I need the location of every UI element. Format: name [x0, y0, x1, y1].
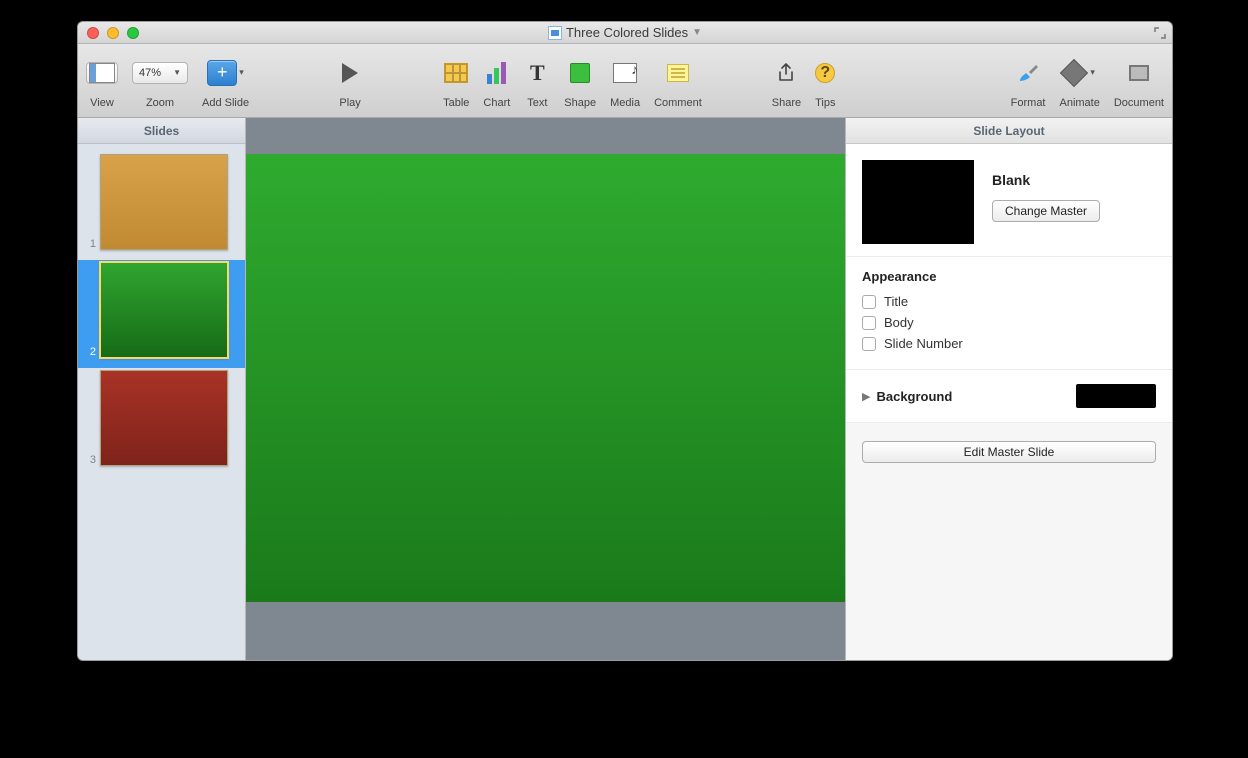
slides-sidebar: Slides 1 2 3	[78, 118, 246, 660]
window-title-text: Three Colored Slides	[566, 25, 688, 40]
slide-number: 1	[84, 238, 96, 250]
add-slide-tool[interactable]: + ▾ Add Slide	[202, 53, 249, 109]
appearance-section: Appearance Title Body Slide Number	[846, 256, 1172, 369]
background-color-swatch[interactable]	[1076, 384, 1156, 408]
table-tool[interactable]: Table	[443, 53, 469, 109]
slide-canvas[interactable]	[246, 154, 845, 602]
titlebar[interactable]: Three Colored Slides ▼	[78, 22, 1172, 44]
document-tool[interactable]: Document	[1114, 53, 1164, 109]
zoom-tool[interactable]: 47% ▼ Zoom	[132, 53, 188, 109]
traffic-lights	[78, 27, 139, 39]
body-checkbox-row[interactable]: Body	[862, 315, 1156, 330]
tips-tool[interactable]: ? Tips	[815, 53, 835, 109]
master-name: Blank	[992, 172, 1100, 188]
document-icon	[1129, 65, 1149, 81]
text-icon: T	[524, 60, 550, 86]
zoom-value: 47%	[139, 67, 161, 79]
zoom-window-button[interactable]	[127, 27, 139, 39]
shape-icon	[570, 63, 590, 83]
animate-tool[interactable]: ▾ Animate	[1060, 53, 1100, 109]
checkbox-icon	[862, 316, 876, 330]
view-icon	[89, 63, 115, 83]
brush-icon	[1015, 60, 1041, 86]
master-row: Blank Change Master	[846, 144, 1172, 256]
media-icon	[613, 63, 637, 83]
body-checkbox-label: Body	[884, 315, 914, 330]
slide-thumbnails: 1 2 3	[78, 144, 245, 660]
play-icon	[342, 63, 358, 83]
slide-thumbnail[interactable]: 1	[78, 152, 245, 260]
diamond-icon	[1060, 58, 1088, 86]
title-dropdown-caret: ▼	[692, 27, 702, 38]
slide-number: 3	[84, 454, 96, 466]
share-tool[interactable]: Share	[772, 53, 801, 109]
media-tool[interactable]: Media	[610, 53, 640, 109]
fullscreen-button[interactable]	[1154, 26, 1166, 38]
chevron-down-icon: ▼	[173, 68, 181, 77]
background-row[interactable]: ▶ Background	[846, 369, 1172, 422]
document-icon	[548, 26, 562, 40]
change-master-button[interactable]: Change Master	[992, 200, 1100, 222]
close-window-button[interactable]	[87, 27, 99, 39]
comment-icon	[667, 64, 689, 82]
chevron-down-icon: ▾	[239, 67, 244, 78]
sidebar-header: Slides	[78, 118, 245, 144]
chart-icon	[487, 62, 506, 84]
slide-thumbnail[interactable]: 3	[78, 368, 245, 476]
share-icon	[773, 60, 799, 86]
comment-tool[interactable]: Comment	[654, 53, 702, 109]
inspector-header: Slide Layout	[846, 118, 1172, 144]
window-title: Three Colored Slides ▼	[78, 25, 1172, 40]
appearance-label: Appearance	[862, 269, 1156, 284]
table-icon	[444, 63, 468, 83]
chart-tool[interactable]: Chart	[483, 53, 510, 109]
inspector-panel: Slide Layout Blank Change Master Appeara…	[845, 118, 1172, 660]
play-tool[interactable]: Play	[337, 53, 363, 109]
plus-icon: +	[207, 60, 237, 86]
chevron-down-icon: ▾	[1090, 67, 1095, 78]
master-thumbnail[interactable]	[862, 160, 974, 244]
slide-thumbnail[interactable]: 2	[78, 260, 245, 368]
workspace: Slides 1 2 3 Slide Layout Blank Change Mas…	[78, 118, 1172, 660]
title-checkbox-label: Title	[884, 294, 908, 309]
slide-number-checkbox-row[interactable]: Slide Number	[862, 336, 1156, 351]
shape-tool[interactable]: Shape	[564, 53, 596, 109]
background-label: Background	[876, 389, 952, 404]
minimize-window-button[interactable]	[107, 27, 119, 39]
slide-preview	[100, 370, 228, 466]
checkbox-icon	[862, 295, 876, 309]
title-checkbox-row[interactable]: Title	[862, 294, 1156, 309]
edit-master-slide-button[interactable]: Edit Master Slide	[862, 441, 1156, 463]
slide-number: 2	[84, 346, 96, 358]
app-window: Three Colored Slides ▼ View 47% ▼ Zoom	[77, 21, 1173, 661]
slide-preview	[100, 262, 228, 358]
disclosure-triangle-icon: ▶	[862, 390, 870, 403]
toolbar: View 47% ▼ Zoom + ▾ Add Slid	[78, 44, 1172, 118]
text-tool[interactable]: T Text	[524, 53, 550, 109]
slide-number-checkbox-label: Slide Number	[884, 336, 963, 351]
format-tool[interactable]: Format	[1011, 53, 1046, 109]
view-tool[interactable]: View	[86, 53, 118, 109]
help-icon: ?	[815, 63, 835, 83]
slide-preview	[100, 154, 228, 250]
checkbox-icon	[862, 337, 876, 351]
canvas-area[interactable]	[246, 118, 845, 660]
